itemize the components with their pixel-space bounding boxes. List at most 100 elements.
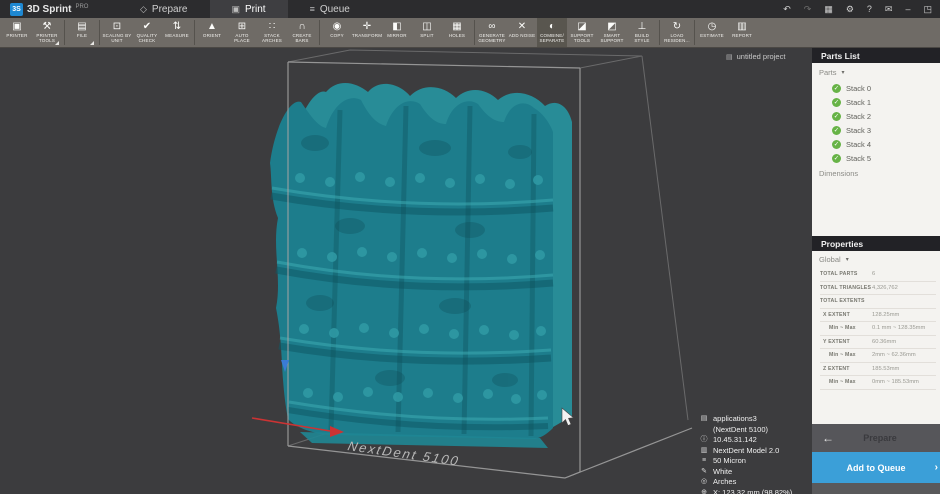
property-value: 60.36mm xyxy=(872,339,896,345)
toolbar-icon: ⚒ xyxy=(43,21,52,32)
status-printer-name: ▤ applications3 xyxy=(700,414,792,425)
toolbar-button-load-resident[interactable]: ↻ Load Residen... xyxy=(662,18,692,47)
toolbar-button-smart-support[interactable]: ◩ Smart Support xyxy=(597,18,627,47)
window-icon[interactable]: ◳ xyxy=(923,5,932,14)
toolbar-button-copy[interactable]: ◉ Copy xyxy=(322,18,352,47)
property-z-minmax: Min ~ Max 0mm ~ 185.53mm xyxy=(820,376,936,390)
property-value: 0.1 mm ~ 128.35mm xyxy=(872,325,925,331)
redo-icon[interactable]: ↷ xyxy=(804,5,812,14)
toolbar-button-estimate[interactable]: ◷ Estimate xyxy=(697,18,727,47)
back-to-prepare-button[interactable]: ← Prepare xyxy=(812,424,940,452)
toolbar-label: Load Residen... xyxy=(662,33,692,43)
viewport-3d[interactable]: NextDent 5100 ▤ untitled project ▤ appli… xyxy=(0,48,812,494)
toolbar-button-mirror[interactable]: ◧ Mirror xyxy=(382,18,412,47)
toolbar-button-scaling-by-unit[interactable]: ⊡ Scaling by Unit xyxy=(102,18,132,47)
status-icon: ▥ xyxy=(700,446,708,457)
toolbar-button-printer[interactable]: ▣ Printer xyxy=(2,18,32,47)
parts-item-stack-3[interactable]: ✓ Stack 3 xyxy=(819,123,940,137)
toolbar-button-file[interactable]: ▤ File xyxy=(67,18,97,47)
property-value: 2mm ~ 62.36mm xyxy=(872,352,916,358)
build-scene: NextDent 5100 xyxy=(0,48,812,494)
app-title: 3D Sprint xyxy=(27,4,71,15)
toolbar-icon: ▲ xyxy=(207,21,217,32)
messages-icon[interactable]: ✉ xyxy=(885,5,893,14)
tab-prepare[interactable]: ◇ Prepare xyxy=(118,0,210,18)
toolbar-divider[interactable] xyxy=(99,20,100,45)
status-icon: ⊕ xyxy=(700,488,708,494)
check-icon: ✓ xyxy=(832,154,841,163)
back-arrow-icon: ← xyxy=(812,431,834,445)
parts-item-stack-2[interactable]: ✓ Stack 2 xyxy=(819,109,940,123)
toolbar-label: Add Noise xyxy=(509,33,536,38)
parts-item-label: Stack 1 xyxy=(846,98,871,107)
parts-item-stack-0[interactable]: ✓ Stack 0 xyxy=(819,81,940,95)
property-value: 0mm ~ 185.53mm xyxy=(872,379,919,385)
check-icon: ✓ xyxy=(832,126,841,135)
property-label: Min ~ Max xyxy=(820,379,872,385)
toolbar-button-split[interactable]: ◫ Split xyxy=(412,18,442,47)
property-y-minmax: Min ~ Max 2mm ~ 62.36mm xyxy=(820,349,936,363)
toolbar-icon: ↻ xyxy=(673,21,681,32)
toolbar-divider[interactable] xyxy=(319,20,320,45)
toolbar-button-auto-place[interactable]: ⊞ Auto Place xyxy=(227,18,257,47)
toolbar-label: Report xyxy=(732,33,752,38)
dimensions-label[interactable]: Dimensions xyxy=(819,169,940,178)
parts-item-stack-5[interactable]: ✓ Stack 5 xyxy=(819,151,940,165)
panel-footer xyxy=(812,483,940,494)
property-label: Total Parts xyxy=(820,271,872,277)
undo-icon[interactable]: ↶ xyxy=(783,5,791,14)
toolbar-button-measure[interactable]: ⇅ Measure xyxy=(162,18,192,47)
toolbar-button-quality-check[interactable]: ✔ Quality Check xyxy=(132,18,162,47)
parts-item-stack-1[interactable]: ✓ Stack 1 xyxy=(819,95,940,109)
toolbar-button-create-bars[interactable]: ∩ Create Bars xyxy=(287,18,317,47)
printer-status-block: ▤ applications3 (NextDent 5100) ⓘ 10.45.… xyxy=(700,414,792,494)
settings-icon[interactable]: ⚙ xyxy=(846,5,854,14)
toolbar-label: Stack Arches xyxy=(257,33,287,43)
toolbar-button-orient[interactable]: ▲ Orient xyxy=(197,18,227,47)
minimize-icon[interactable]: – xyxy=(905,5,910,14)
toolbar-button-stack-arches[interactable]: ∷ Stack Arches xyxy=(257,18,287,47)
parts-group-toggle[interactable]: Parts ▾ xyxy=(819,68,940,77)
add-to-queue-button[interactable]: Add to Queue › xyxy=(812,452,940,483)
parts-item-stack-4[interactable]: ✓ Stack 4 xyxy=(819,137,940,151)
property-label: Total Extents xyxy=(820,298,872,304)
toolbar-button-generate-geometry[interactable]: ∞ Generate Geometry xyxy=(477,18,507,47)
toolbar-button-build-style[interactable]: ⊥ Build Style xyxy=(627,18,657,47)
status-material: ▥ NextDent Model 2.0 xyxy=(700,446,792,457)
toolbar-button-report[interactable]: ▥ Report xyxy=(727,18,757,47)
toolbar-label: Printer xyxy=(6,33,27,38)
toolbar-label: Copy xyxy=(330,33,344,38)
parts-item-label: Stack 4 xyxy=(846,140,871,149)
toolbar-button-printer-tools[interactable]: ⚒ Printer Tools xyxy=(32,18,62,47)
toolbar-button-support-tools[interactable]: ◪ Support Tools xyxy=(567,18,597,47)
toolbar-divider[interactable] xyxy=(474,20,475,45)
toolbar-icon: ◧ xyxy=(392,21,401,32)
property-label: Min ~ Max xyxy=(820,352,872,358)
status-color: ✎ White xyxy=(700,467,792,478)
tab-icon: ≡ xyxy=(310,4,315,14)
toolbar-label: File xyxy=(77,33,87,38)
property-value: 4,326,762 xyxy=(872,285,898,291)
toolbar-button-combine-separate[interactable]: ◐ Combine/ Separate xyxy=(537,18,567,47)
toolbar-label: Holes xyxy=(449,33,465,38)
tab-print[interactable]: ▣ Print xyxy=(210,0,288,18)
toolbar-label: Build Style xyxy=(627,33,657,43)
toolbar-label: Combine/ Separate xyxy=(537,33,567,43)
toolbar-button-holes[interactable]: ▦ Holes xyxy=(442,18,472,47)
apps-icon[interactable]: ▦ xyxy=(824,5,833,14)
toolbar-button-add-noise[interactable]: ✕ Add Noise xyxy=(507,18,537,47)
toolbar-divider[interactable] xyxy=(659,20,660,45)
tab-queue[interactable]: ≡ Queue xyxy=(288,0,372,18)
toolbar-divider[interactable] xyxy=(64,20,65,45)
toolbar-label: Measure xyxy=(165,33,189,38)
property-value: 6 xyxy=(872,271,875,277)
help-icon[interactable]: ? xyxy=(867,5,872,14)
toolbar-divider[interactable] xyxy=(694,20,695,45)
property-total-extents: Total Extents xyxy=(820,295,936,309)
main-toolbar: ▣ Printer ⚒ Printer Tools ▤ File xyxy=(0,18,940,48)
status-text: (NextDent 5100) xyxy=(713,425,768,436)
toolbar-divider[interactable] xyxy=(194,20,195,45)
toolbar-button-transform[interactable]: ✛ Transform xyxy=(352,18,382,47)
properties-group-toggle[interactable]: Global ▾ xyxy=(812,255,940,264)
toolbar-label: Support Tools xyxy=(567,33,597,43)
